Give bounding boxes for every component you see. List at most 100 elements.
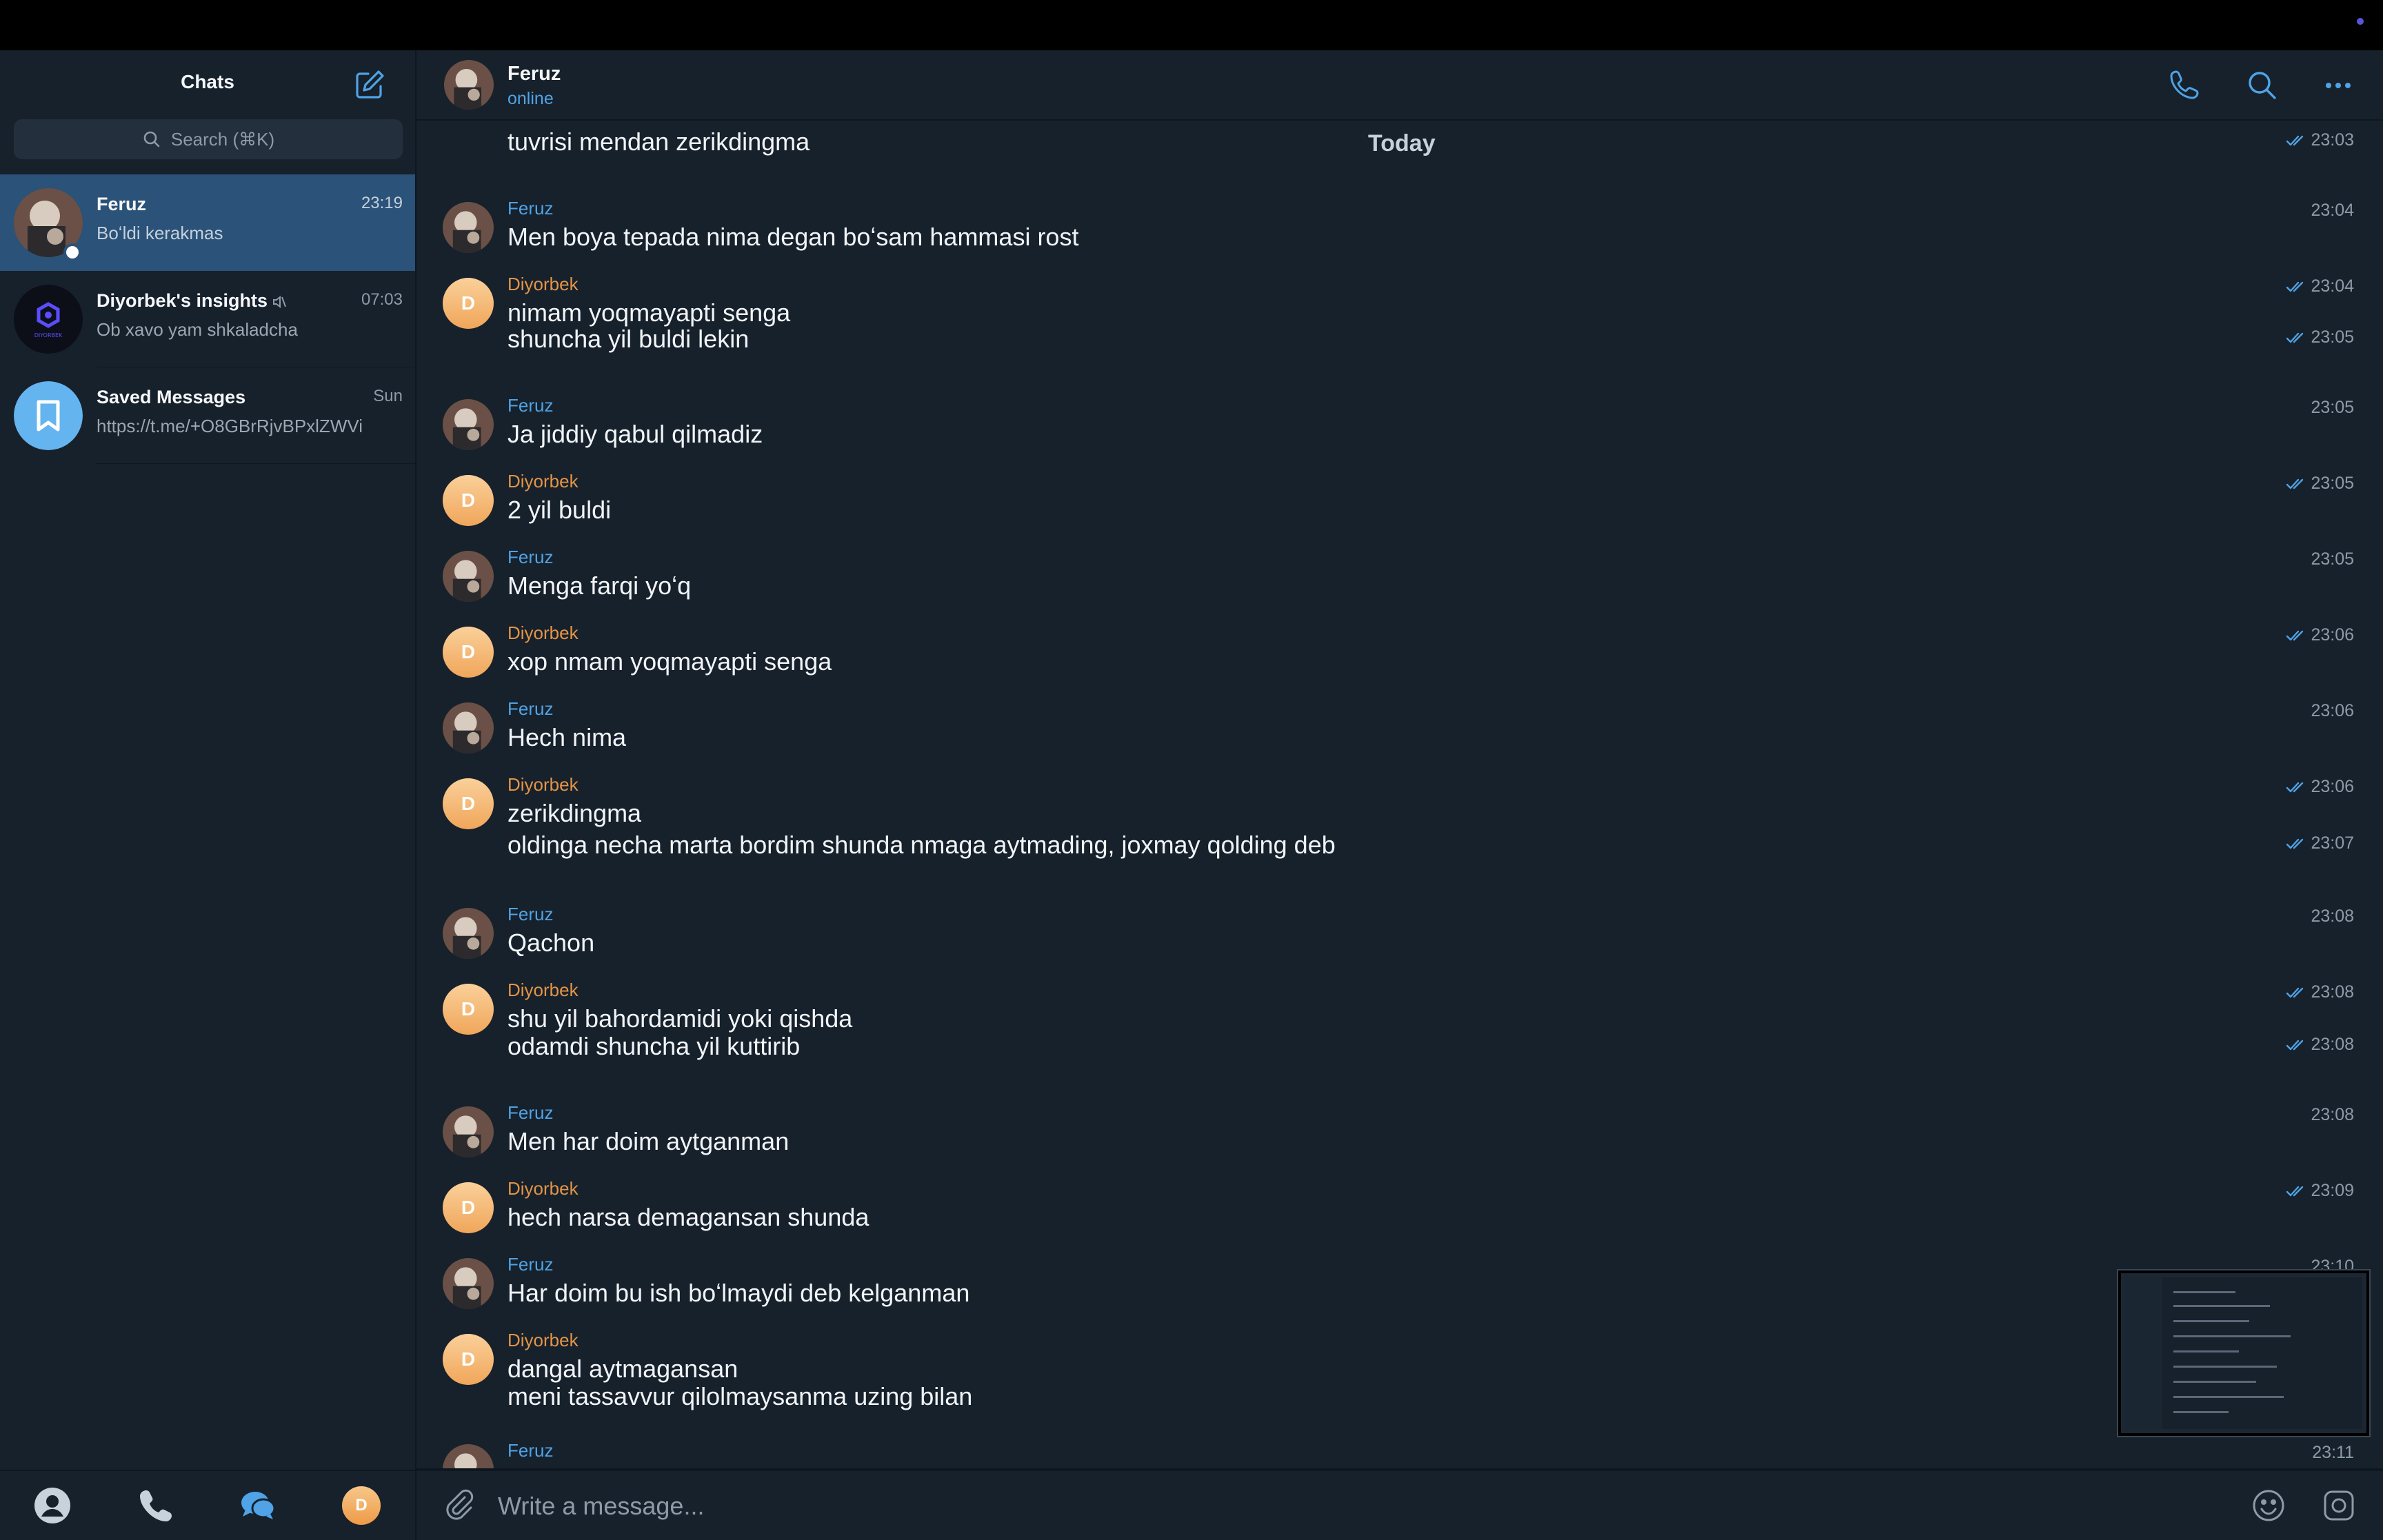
avatar[interactable]	[443, 1106, 494, 1157]
screen-share-thumbnail[interactable]	[2118, 1270, 2369, 1436]
avatar[interactable]	[444, 60, 494, 110]
sidebar-header: Chats	[0, 50, 415, 114]
online-indicator	[63, 243, 81, 261]
muted-icon	[272, 295, 286, 308]
message-list[interactable]: Today tuvrisi mendan zerikdingma 23:03 Fer…	[416, 121, 2383, 1468]
message-time-text: 23:08	[2311, 1035, 2354, 1054]
profile-avatar[interactable]: D	[342, 1486, 381, 1525]
message-text: Ja jiddiy qabul qilmadiz	[507, 420, 763, 448]
message-sender: Feruz	[507, 198, 554, 219]
message-sender: Diyorbek	[507, 980, 579, 1000]
chat-preview: Boʻldi kerakmas	[97, 223, 223, 243]
avatar[interactable]: D	[443, 778, 494, 829]
emoji-icon[interactable]	[2251, 1488, 2286, 1523]
message-sender: Feruz	[507, 1102, 554, 1123]
chat-item-diyorbeks-insights[interactable]: DIYORBEK Diyorbek's insights Ob xavo yam…	[0, 271, 415, 367]
message-time-text: 23:04	[2311, 276, 2354, 296]
message-composer	[416, 1470, 2383, 1540]
chat-time: 07:03	[361, 290, 403, 309]
avatar[interactable]	[443, 1258, 494, 1309]
message-time-text: 23:05	[2311, 398, 2354, 417]
search-input[interactable]: Search (⌘K)	[14, 119, 403, 159]
message-text: Menga farqi yoʻq	[507, 571, 692, 600]
message-time: 23:09	[2286, 1181, 2354, 1201]
avatar[interactable]	[443, 908, 494, 959]
calls-icon[interactable]	[137, 1486, 175, 1525]
message-sender: Diyorbek	[507, 1330, 579, 1350]
message-time-text: 23:08	[2311, 906, 2354, 926]
avatar[interactable]	[443, 551, 494, 602]
message-time-text: 23:09	[2311, 1181, 2354, 1200]
message-time: 23:05	[2311, 549, 2354, 569]
message-input[interactable]	[496, 1486, 2223, 1526]
message-time: 23:06	[2286, 777, 2354, 797]
avatar[interactable]: D	[443, 1182, 494, 1233]
message-time: 23:06	[2311, 701, 2354, 721]
message-time-text: 23:11	[2312, 1443, 2354, 1462]
message-time: 23:08	[2286, 1035, 2354, 1055]
read-checkmark-icon	[2286, 478, 2304, 489]
attach-icon[interactable]	[441, 1488, 477, 1523]
message-text: 2 yil buldi	[507, 496, 612, 524]
chat-name: Diyorbek's insights	[97, 290, 287, 312]
read-checkmark-icon	[2286, 630, 2304, 640]
message-text: oldinga necha marta bordim shunda nmaga …	[507, 831, 1336, 859]
avatar[interactable]	[443, 399, 494, 450]
avatar[interactable]: D	[443, 984, 494, 1035]
message-text: nimam yoqmayapti senga	[507, 298, 791, 327]
chat-item-feruz[interactable]: Feruz Boʻldi kerakmas 23:19	[0, 174, 415, 271]
message-text: shuncha yil buldi lekin	[507, 325, 750, 353]
chat-time: Sun	[373, 387, 403, 405]
message-text: Hech nima	[507, 723, 627, 751]
message-time-text: 23:07	[2311, 833, 2354, 853]
phone-icon[interactable]	[2168, 68, 2202, 103]
camera-indicator-icon	[2357, 18, 2364, 25]
message-time-text: 23:06	[2311, 777, 2354, 796]
message-time: 23:11	[2312, 1443, 2354, 1463]
avatar[interactable]: D	[443, 627, 494, 678]
message-time-text: 23:05	[2311, 327, 2354, 347]
chat-panel: Feruz online Today tuvrisi mendan zerikd…	[416, 50, 2383, 1540]
avatar[interactable]	[443, 1444, 494, 1468]
message-time-text: 23:03	[2311, 130, 2354, 150]
message-time: 23:05	[2311, 398, 2354, 418]
avatar[interactable]: D	[443, 278, 494, 329]
message-time-text: 23:05	[2311, 549, 2354, 569]
message-sender: Feruz	[507, 395, 554, 416]
thumbnail-sidebar	[2125, 1277, 2162, 1429]
more-icon[interactable]	[2321, 68, 2355, 103]
chats-icon[interactable]	[239, 1486, 277, 1525]
chat-status: online	[507, 89, 554, 108]
chat-name: Saved Messages	[97, 387, 246, 407]
read-checkmark-icon	[2286, 838, 2304, 849]
avatar[interactable]: D	[443, 475, 494, 526]
channel-logo: DIYORBEK	[14, 285, 83, 354]
message-text: Men boya tepada nima degan boʻsam hammas…	[507, 223, 1079, 251]
message-sender: Diyorbek	[507, 274, 579, 294]
message-sender: Feruz	[507, 698, 554, 719]
message-sender: Feruz	[507, 1440, 554, 1461]
message-time: 23:08	[2311, 906, 2354, 926]
message-time: 23:05	[2286, 327, 2354, 347]
search-icon[interactable]	[2245, 68, 2280, 103]
search-placeholder: Search (⌘K)	[170, 128, 275, 150]
avatar[interactable]: D	[443, 1334, 494, 1385]
avatar[interactable]	[443, 702, 494, 753]
compose-icon[interactable]	[353, 68, 386, 101]
message-time-text: 23:08	[2311, 982, 2354, 1002]
message-sender: Diyorbek	[507, 774, 579, 795]
avatar[interactable]	[443, 202, 494, 253]
message-text: xop nmam yoqmayapti senga	[507, 647, 832, 676]
message-sender: Diyorbek	[507, 1178, 579, 1199]
system-top-bar	[0, 0, 2383, 50]
sticker-icon[interactable]	[2321, 1488, 2357, 1523]
message-text: tuvrisi mendan zerikdingma	[507, 128, 810, 156]
chat-list: Feruz Boʻldi kerakmas 23:19 DIYORBEK Diy…	[0, 174, 415, 464]
read-checkmark-icon	[2286, 135, 2304, 145]
chat-title[interactable]: Feruz	[507, 63, 561, 85]
contacts-icon[interactable]	[33, 1486, 72, 1525]
read-checkmark-icon	[2286, 782, 2304, 792]
message-time-text: 23:06	[2311, 701, 2354, 720]
message-text: shu yil bahordamidi yoki qishda	[507, 1004, 853, 1033]
chat-item-saved-messages[interactable]: Saved Messages https://t.me/+O8GBrRjvBPx…	[0, 367, 415, 464]
